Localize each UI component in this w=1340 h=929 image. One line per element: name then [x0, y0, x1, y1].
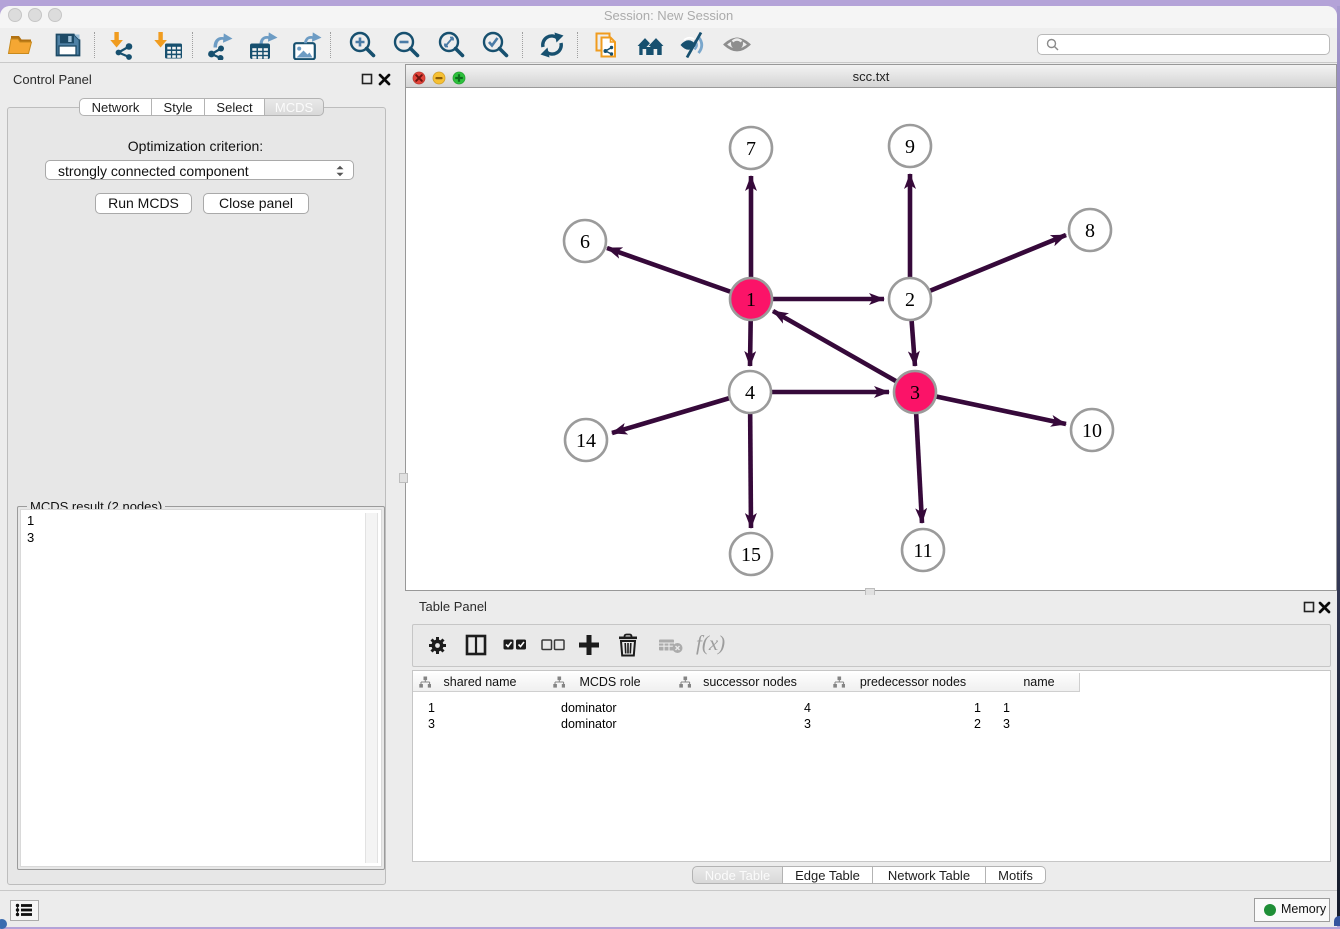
svg-text:14: 14	[576, 430, 596, 452]
svg-text:2: 2	[905, 289, 915, 311]
svg-text:8: 8	[1085, 220, 1095, 242]
svg-text:3: 3	[910, 382, 920, 404]
svg-text:10: 10	[1082, 420, 1102, 442]
svg-text:1: 1	[746, 289, 756, 311]
svg-text:4: 4	[745, 382, 755, 404]
svg-text:9: 9	[905, 136, 915, 158]
svg-text:6: 6	[580, 231, 590, 253]
svg-text:11: 11	[913, 540, 932, 562]
svg-text:7: 7	[746, 138, 756, 160]
svg-text:15: 15	[741, 544, 761, 566]
